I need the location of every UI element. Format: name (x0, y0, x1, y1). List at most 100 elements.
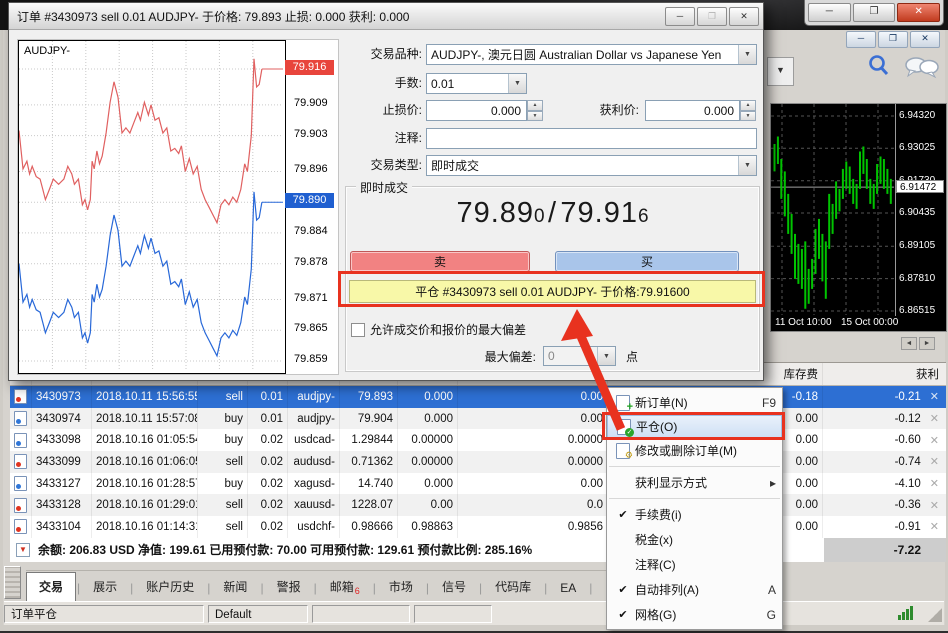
order-row[interactable]: 34330982018.10.16 01:05:54buy0.02usdcad-… (10, 429, 946, 451)
order-price: 14.740 (340, 473, 398, 495)
buy-dot-icon (16, 419, 21, 424)
tab-警报[interactable]: 警报 (265, 573, 313, 601)
comment-input[interactable] (426, 128, 757, 149)
profit-value: -0.60 (895, 434, 921, 446)
ask-price-tag: 79.916 (285, 60, 334, 75)
close-button[interactable]: ✕ (897, 3, 940, 22)
tab-交易[interactable]: 交易 (26, 572, 76, 601)
status-cell: Default (208, 605, 308, 623)
submenu-arrow-icon: ▸ (770, 476, 776, 490)
maximize-button[interactable]: ❐ (853, 3, 896, 22)
order-doc-icon (14, 411, 27, 426)
order-type-select[interactable]: 即时成交▼ (426, 155, 757, 176)
chat-bubbles-icon[interactable] (902, 55, 942, 81)
menu-label: 自动排列(A) (635, 581, 762, 598)
profit-value: -0.36 (895, 499, 921, 511)
header-profit[interactable]: 获利 (823, 363, 945, 385)
close-position-icon[interactable]: ✕ (930, 390, 939, 403)
chart-window-controls: ─ ❐ ✕ (846, 31, 940, 48)
balance-arrow-icon: ▼ (16, 543, 30, 557)
stop-loss-input[interactable]: 0.000 (426, 100, 527, 121)
sell-dot-icon (16, 462, 21, 467)
close-position-icon[interactable]: ✕ (930, 455, 939, 468)
menu-item-修改或删除订单(M)[interactable]: ⚙修改或删除订单(M) (607, 438, 782, 463)
order-time: 2018.10.16 01:28:57 (92, 473, 198, 495)
order-row[interactable]: 34331272018.10.16 01:28:57buy0.02xagusd-… (10, 473, 946, 495)
menu-item-税金(x)[interactable]: 税金(x) (607, 527, 782, 552)
buy-button[interactable]: 买 (555, 251, 739, 272)
tab-信号[interactable]: 信号 (430, 573, 478, 601)
highlight-rect-close-button (338, 271, 765, 307)
tab-展示[interactable]: 展示 (81, 573, 129, 601)
order-row[interactable]: 34331282018.10.16 01:29:01sell0.02xauusd… (10, 494, 946, 516)
take-profit-stepper[interactable]: ▲▼ (740, 100, 756, 121)
close-position-icon[interactable]: ✕ (930, 412, 939, 425)
price-scale-label: 6.93025 (899, 142, 935, 153)
stop-loss-stepper[interactable]: ▲▼ (527, 100, 543, 121)
order-tp: 0.0000 (458, 429, 608, 451)
price-scale-label: 6.87810 (899, 273, 935, 284)
price-scale-label: 6.94320 (899, 110, 935, 121)
close-position-icon[interactable]: ✕ (930, 434, 939, 447)
menu-item-手续费(i)[interactable]: ✔手续费(i) (607, 502, 782, 527)
chart-close-button[interactable]: ✕ (910, 31, 940, 48)
menu-item-网格(G)[interactable]: ✔网格(G)G (607, 602, 782, 627)
tab-EA[interactable]: EA (548, 576, 588, 601)
tab-separator: | (260, 581, 263, 595)
tab-代码库[interactable]: 代码库 (483, 573, 543, 601)
mail-badge: 6 (355, 586, 360, 596)
menu-item-注释(C)[interactable]: 注释(C) (607, 552, 782, 577)
order-type-label: 交易类型: (299, 155, 422, 176)
modify-order-icon: ⚙ (616, 443, 630, 459)
terminal-panel-grip[interactable] (4, 566, 21, 599)
tab-新闻[interactable]: 新闻 (211, 573, 259, 601)
order-row[interactable]: 34331042018.10.16 01:14:31sell0.02usdchf… (10, 516, 946, 538)
menu-item-获利显示方式[interactable]: 获利显示方式▸ (607, 470, 782, 495)
search-icon[interactable] (866, 53, 894, 81)
dialog-title-bar[interactable]: 订单 #3430973 sell 0.01 AUDJPY- 于价格: 79.89… (9, 3, 763, 30)
scroll-right-button[interactable]: ► (919, 337, 935, 350)
max-deviation-select: 0▼ (543, 346, 616, 366)
tab-label: 邮箱 (330, 580, 354, 594)
chart-minimize-button[interactable]: ─ (846, 31, 876, 48)
deviation-checkbox[interactable] (351, 323, 365, 337)
tab-市场[interactable]: 市场 (377, 573, 425, 601)
dialog-minimize-button[interactable]: ─ (665, 7, 695, 26)
menu-item-自动排列(A)[interactable]: ✔自动排列(A)A (607, 577, 782, 602)
order-sl: 0.000 (398, 386, 458, 408)
order-row[interactable]: 34309742018.10.11 15:57:08buy0.01audjpy-… (10, 408, 946, 430)
close-position-icon[interactable]: ✕ (930, 499, 939, 512)
tab-邮箱[interactable]: 邮箱6 (318, 573, 372, 601)
order-row[interactable]: 34330992018.10.16 01:06:05sell0.02audusd… (10, 451, 946, 473)
tab-label: 展示 (93, 580, 117, 594)
sell-button[interactable]: 卖 (350, 251, 530, 272)
take-profit-input[interactable]: 0.000 (645, 100, 740, 121)
tick-plot-area: AUDJPY- (18, 40, 286, 374)
chevron-down-icon: ▼ (738, 45, 756, 64)
tick-scale-label: 79.884 (294, 225, 328, 237)
new-order-icon: + (616, 395, 630, 411)
tab-账户历史[interactable]: 账户历史 (134, 573, 206, 601)
volume-select[interactable]: 0.01▼ (426, 73, 527, 94)
tab-separator: | (207, 581, 210, 595)
toolbar-dropdown-button[interactable]: ▼ (767, 57, 794, 86)
chart-restore-button[interactable]: ❐ (878, 31, 908, 48)
order-type: sell (198, 494, 248, 516)
order-row[interactable]: 34309732018.10.11 15:56:55sell0.01audjpy… (10, 386, 946, 408)
minimize-button[interactable]: ─ (808, 3, 851, 22)
group-label: 即时成交 (356, 179, 412, 196)
order-time: 2018.10.16 01:05:54 (92, 429, 198, 451)
profit-value: -0.21 (895, 391, 921, 403)
icon-badge: ⚙ (625, 450, 633, 461)
tab-separator: | (589, 581, 592, 595)
symbol-select[interactable]: AUDJPY-, 澳元日圆 Australian Dollar vs Japan… (426, 44, 757, 65)
order-time: 2018.10.16 01:29:01 (92, 494, 198, 516)
dialog-close-button[interactable]: ✕ (729, 7, 759, 26)
close-position-icon[interactable]: ✕ (930, 477, 939, 490)
order-symbol: xauusd- (288, 494, 340, 516)
close-position-icon[interactable]: ✕ (930, 520, 939, 533)
main-window-controls: ─ ❐ ✕ (804, 0, 944, 26)
chevron-down-icon: ▼ (597, 347, 615, 365)
tab-label: 信号 (442, 580, 466, 594)
scroll-left-button[interactable]: ◄ (901, 337, 917, 350)
